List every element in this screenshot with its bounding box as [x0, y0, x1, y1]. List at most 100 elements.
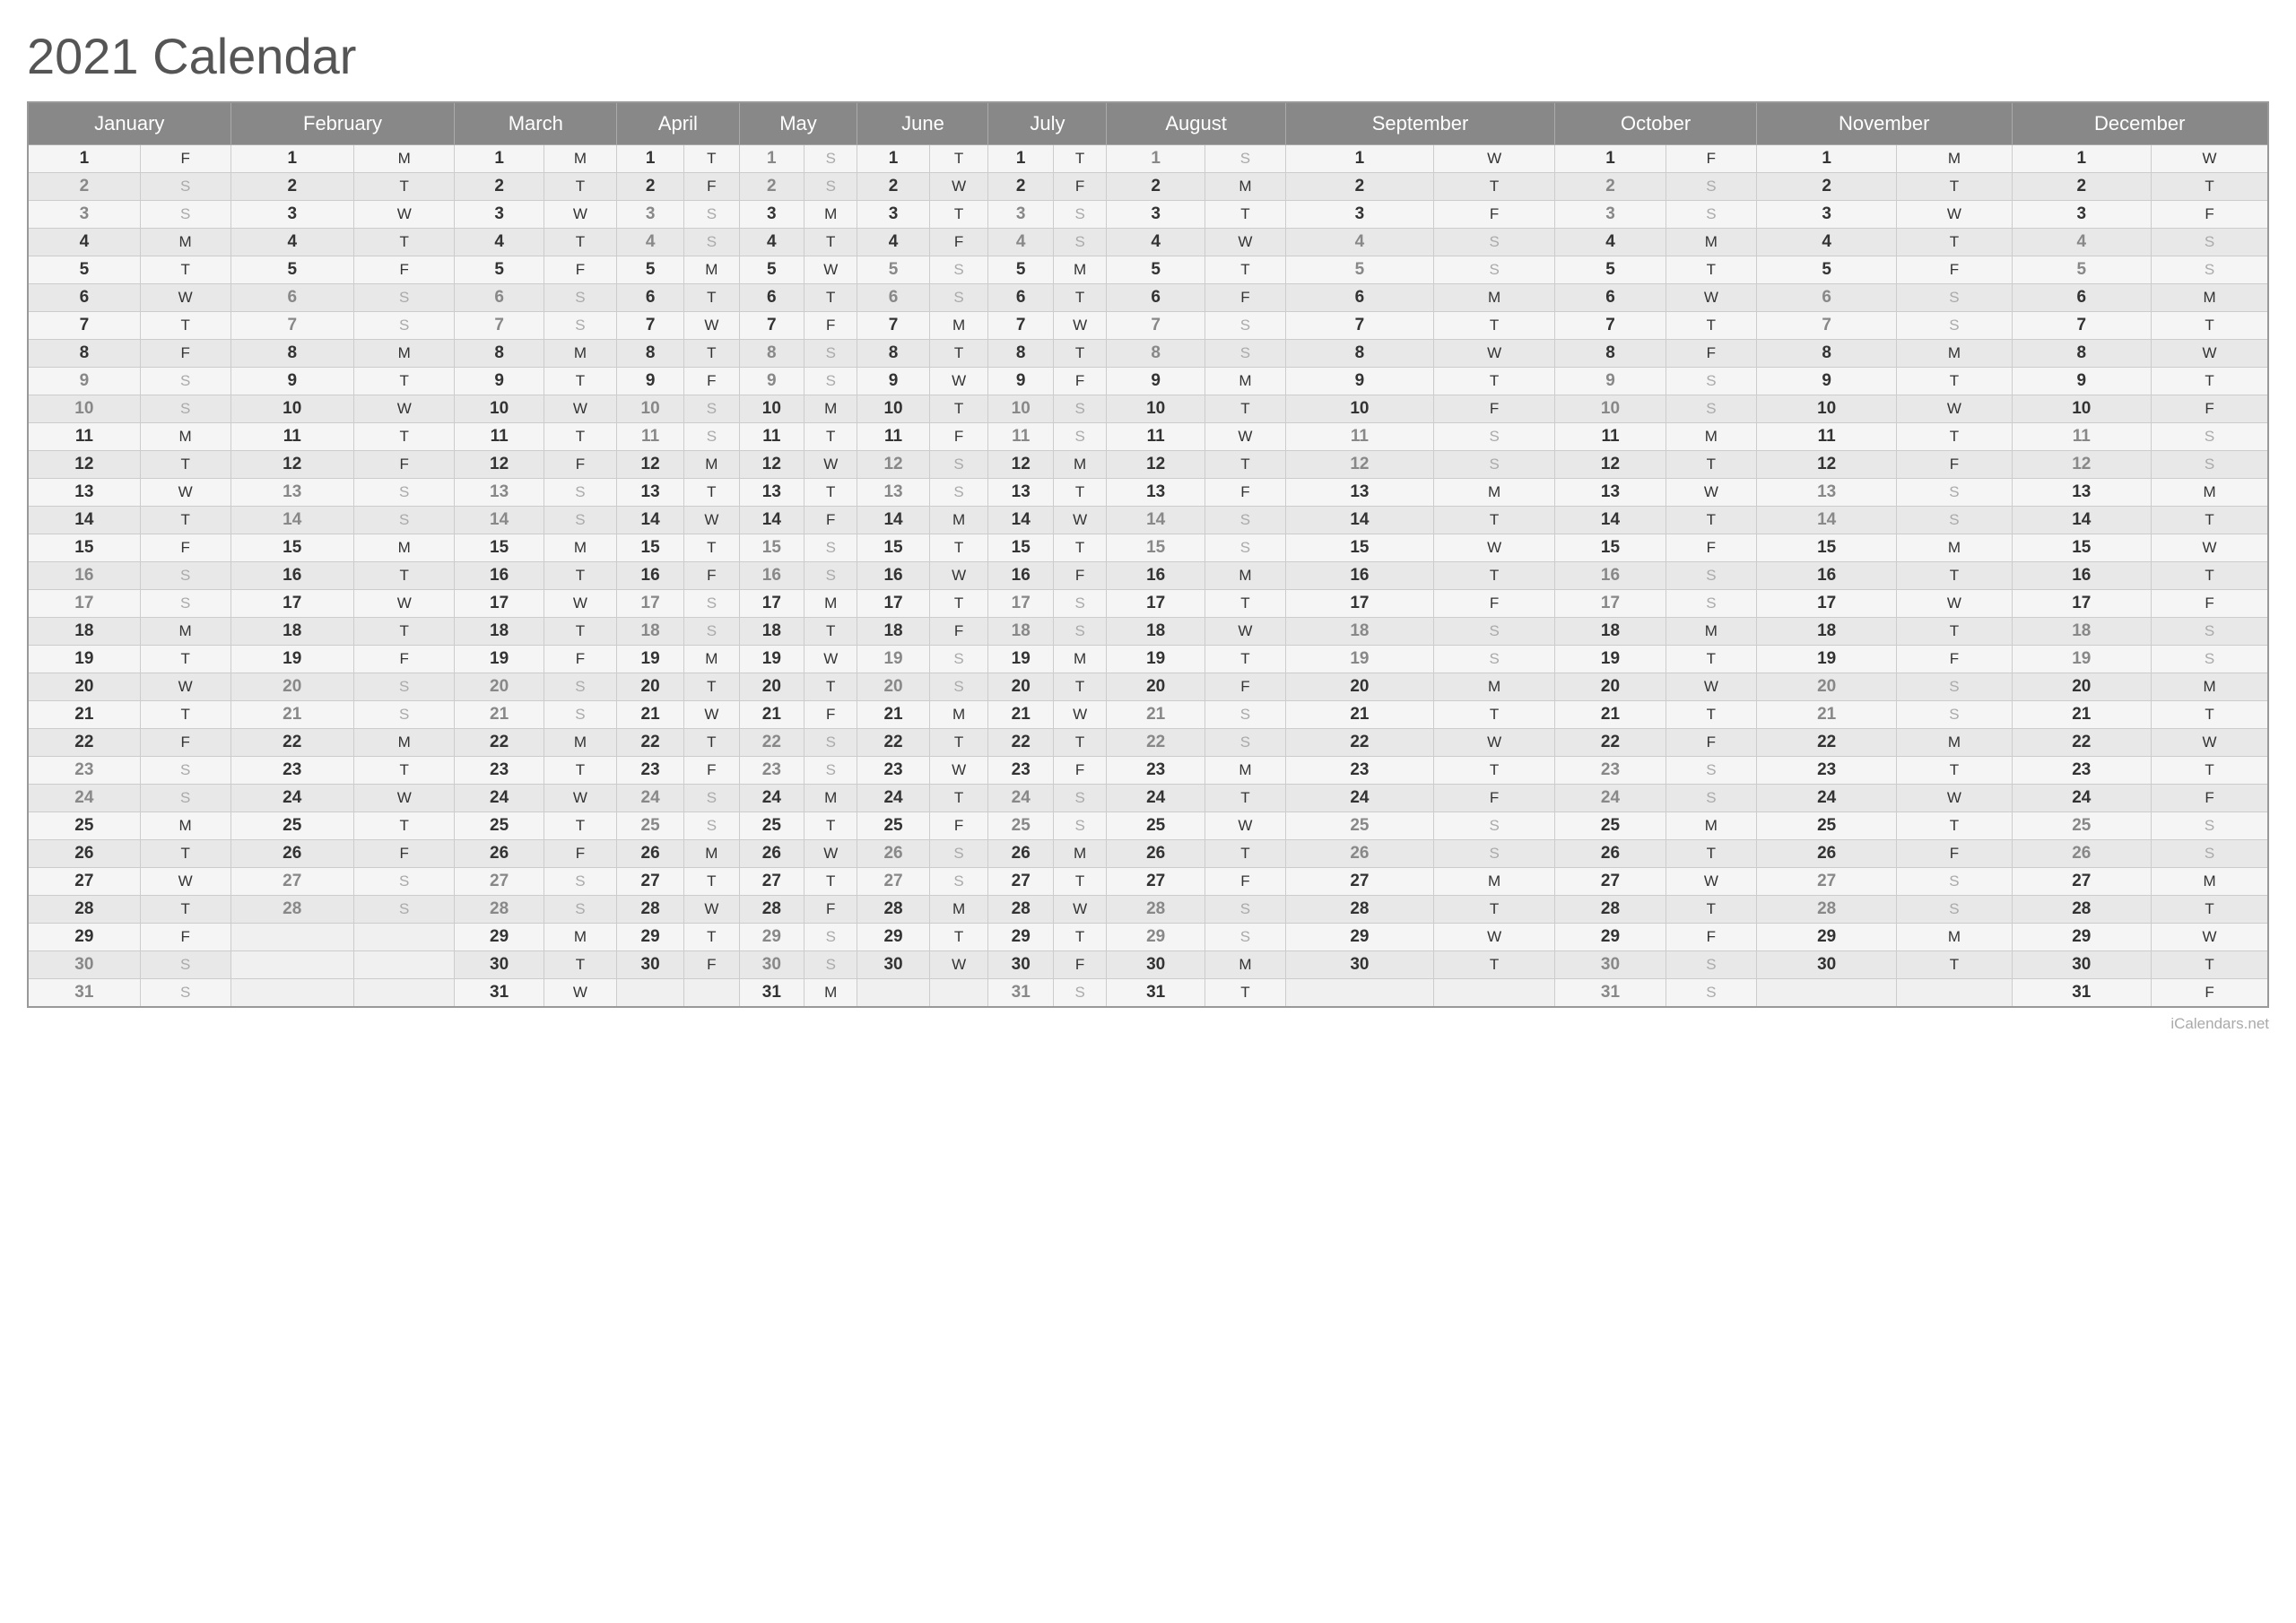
- day-letter: S: [684, 618, 739, 646]
- day-letter: W: [804, 646, 857, 673]
- day-num: 5: [739, 256, 804, 284]
- day-num: 20: [617, 673, 684, 701]
- day-letter: W: [2152, 924, 2268, 951]
- day-num: 21: [230, 701, 353, 729]
- day-letter: F: [1205, 479, 1285, 507]
- day-num: 21: [28, 701, 140, 729]
- day-letter: M: [1205, 951, 1285, 979]
- calendar-row: 23S23T23T23F23S23W23F23M23T23S23T23T: [28, 757, 2268, 785]
- day-letter: T: [1053, 673, 1106, 701]
- day-num: 30: [617, 951, 684, 979]
- day-letter: T: [2152, 701, 2268, 729]
- day-letter: S: [140, 395, 230, 423]
- day-num: 29: [617, 924, 684, 951]
- day-num: 15: [28, 534, 140, 562]
- day-num: 24: [1555, 785, 1666, 812]
- day-letter: W: [140, 284, 230, 312]
- day-num: 12: [2012, 451, 2152, 479]
- day-num: 17: [988, 590, 1053, 618]
- day-num: 2: [28, 173, 140, 201]
- day-letter: S: [684, 423, 739, 451]
- day-num: 5: [2012, 256, 2152, 284]
- day-letter: S: [804, 729, 857, 757]
- day-letter: S: [1205, 534, 1285, 562]
- day-num: 16: [1285, 562, 1433, 590]
- day-letter: S: [544, 701, 616, 729]
- day-num: 20: [1285, 673, 1433, 701]
- day-num: 1: [230, 145, 353, 173]
- day-num: 13: [988, 479, 1053, 507]
- day-letter: T: [804, 423, 857, 451]
- day-num: 10: [1555, 395, 1666, 423]
- day-num: 17: [1756, 590, 1896, 618]
- day-letter: S: [544, 896, 616, 924]
- day-letter: W: [2152, 340, 2268, 368]
- day-letter: S: [1897, 284, 2012, 312]
- day-num: 8: [455, 340, 544, 368]
- day-letter: W: [1053, 896, 1106, 924]
- day-letter: M: [544, 924, 616, 951]
- day-letter: W: [804, 256, 857, 284]
- day-letter: S: [1205, 896, 1285, 924]
- calendar-table: JanuaryFebruaryMarchAprilMayJuneJulyAugu…: [27, 101, 2269, 1008]
- day-letter: F: [1665, 340, 1756, 368]
- day-letter: T: [1433, 701, 1554, 729]
- day-num: 10: [617, 395, 684, 423]
- day-num: 27: [739, 868, 804, 896]
- day-num: 14: [739, 507, 804, 534]
- day-num: 26: [857, 840, 929, 868]
- day-letter: W: [544, 785, 616, 812]
- day-letter: S: [929, 256, 988, 284]
- day-letter: S: [353, 868, 455, 896]
- day-letter: T: [1665, 896, 1756, 924]
- day-num: 13: [617, 479, 684, 507]
- day-num: 23: [28, 757, 140, 785]
- day-letter: S: [1665, 173, 1756, 201]
- day-num: 5: [857, 256, 929, 284]
- day-letter: W: [1897, 201, 2012, 229]
- day-num: 16: [1107, 562, 1205, 590]
- day-letter: F: [804, 896, 857, 924]
- day-num: 11: [1285, 423, 1433, 451]
- day-num: 21: [2012, 701, 2152, 729]
- day-letter: T: [544, 229, 616, 256]
- day-num: 18: [1756, 618, 1896, 646]
- day-letter: F: [684, 368, 739, 395]
- day-num: 5: [988, 256, 1053, 284]
- month-header-january: January: [28, 102, 230, 145]
- day-num: 5: [1285, 256, 1433, 284]
- day-letter: M: [544, 534, 616, 562]
- day-num: 31: [2012, 979, 2152, 1008]
- day-num: 4: [28, 229, 140, 256]
- day-letter: F: [2152, 395, 2268, 423]
- day-letter: S: [544, 479, 616, 507]
- day-num: 14: [1756, 507, 1896, 534]
- day-letter: S: [804, 534, 857, 562]
- day-num: 1: [28, 145, 140, 173]
- day-num: 26: [1555, 840, 1666, 868]
- day-letter: T: [1665, 312, 1756, 340]
- page-title: 2021 Calendar: [27, 27, 2269, 85]
- day-num: 28: [2012, 896, 2152, 924]
- day-num: 23: [988, 757, 1053, 785]
- day-num: 15: [617, 534, 684, 562]
- day-letter: M: [353, 729, 455, 757]
- day-letter: F: [929, 423, 988, 451]
- day-num: 16: [455, 562, 544, 590]
- day-num: 26: [28, 840, 140, 868]
- day-letter: S: [2152, 618, 2268, 646]
- day-letter: T: [1205, 590, 1285, 618]
- day-letter: F: [929, 812, 988, 840]
- day-letter: S: [140, 951, 230, 979]
- calendar-row: 27W27S27S27T27T27S27T27F27M27W27S27M: [28, 868, 2268, 896]
- day-num: 4: [739, 229, 804, 256]
- day-letter: W: [1433, 340, 1554, 368]
- day-num: 6: [28, 284, 140, 312]
- day-num: 4: [230, 229, 353, 256]
- day-num: 5: [455, 256, 544, 284]
- day-num: 28: [857, 896, 929, 924]
- day-letter: M: [684, 646, 739, 673]
- footer-credit: iCalendars.net: [27, 1015, 2269, 1033]
- day-num: 20: [988, 673, 1053, 701]
- day-num: 20: [1756, 673, 1896, 701]
